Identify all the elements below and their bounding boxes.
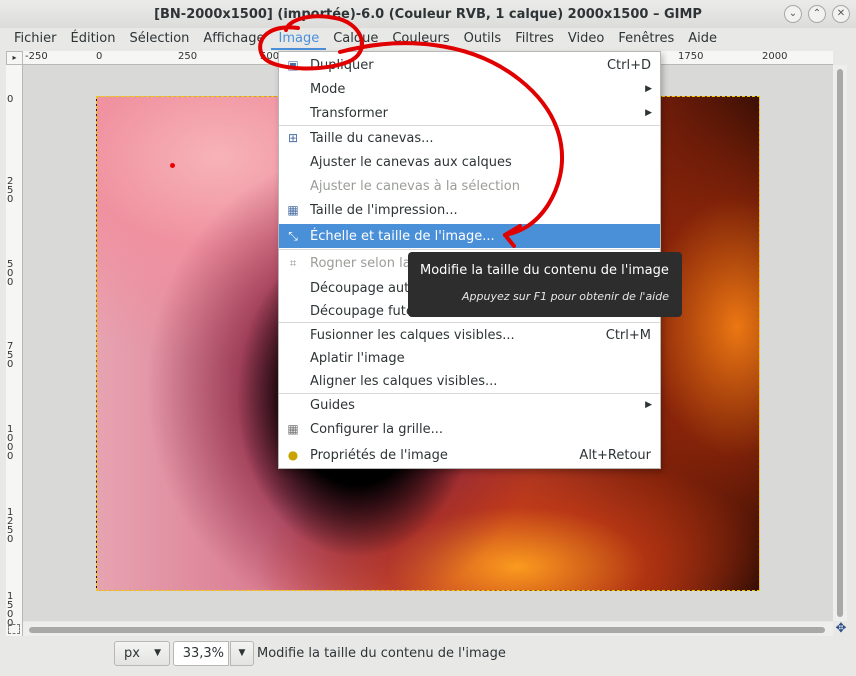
ruler-label: 1500 xyxy=(7,591,14,629)
menu-aide[interactable]: Aide xyxy=(681,28,724,50)
vertical-scrollbar[interactable] xyxy=(833,65,847,621)
zoom-value: 33,3% xyxy=(182,646,224,661)
menu-item-ajuster-calques[interactable]: Ajuster le canevas aux calques xyxy=(279,150,660,174)
submenu-arrow-icon: ▶ xyxy=(645,108,652,118)
lightbulb-icon: ● xyxy=(287,448,299,462)
canvas-size-icon: ⊞ xyxy=(287,131,299,145)
chevron-down-icon: ▼ xyxy=(154,648,161,658)
menu-item-fusionner[interactable]: Fusionner les calques visibles... Ctrl+M xyxy=(279,323,660,347)
menu-outils[interactable]: Outils xyxy=(457,28,509,50)
ruler-label: 0 xyxy=(7,94,14,105)
menu-item-aplatir[interactable]: Aplatir l'image xyxy=(279,346,660,370)
menu-item-dupliquer[interactable]: ▣ Dupliquer Ctrl+D xyxy=(279,53,660,77)
menu-item-shortcut: Ctrl+M xyxy=(605,327,651,343)
menu-item-label: Découpage futé xyxy=(310,303,414,319)
unit-value: px xyxy=(124,646,140,661)
menu-filtres[interactable]: Filtres xyxy=(508,28,561,50)
ruler-corner-button[interactable]: ▸ xyxy=(6,51,23,65)
menu-separator xyxy=(279,249,660,250)
maximize-button[interactable]: ⌃ xyxy=(808,5,826,23)
duplicate-icon: ▣ xyxy=(287,58,299,72)
window-title: [BN-2000x1500] (importée)-6.0 (Couleur R… xyxy=(154,6,702,22)
menu-item-label: Mode xyxy=(310,81,346,97)
red-dot xyxy=(170,163,175,168)
scale-image-icon: ⤡ xyxy=(288,229,298,243)
menu-item-proprietes[interactable]: ● Propriétés de l'image Alt+Retour xyxy=(279,443,660,467)
menu-item-label: Fusionner les calques visibles... xyxy=(310,327,515,343)
menu-item-taille-impression[interactable]: ▦ Taille de l'impression... xyxy=(279,198,660,222)
submenu-arrow-icon: ▶ xyxy=(645,84,652,94)
crop-icon: ⌗ xyxy=(289,256,297,270)
menu-item-label: Transformer xyxy=(310,105,389,121)
ruler-label: -250 xyxy=(25,51,48,62)
menu-item-label: Guides xyxy=(310,397,355,413)
menu-item-shortcut: Alt+Retour xyxy=(579,447,651,463)
navigate-icon[interactable]: ✥ xyxy=(834,622,848,636)
menu-fenetres[interactable]: Fenêtres xyxy=(611,28,681,50)
zoom-input[interactable]: 33,3% xyxy=(173,641,229,666)
tooltip: Modifie la taille du contenu de l'image … xyxy=(408,252,682,317)
ruler-label: 2000 xyxy=(762,51,788,62)
menu-item-label: Rogner selon la xyxy=(310,255,411,271)
ruler-label: 1750 xyxy=(678,51,704,62)
menu-item-ajuster-selection: Ajuster le canevas à la sélection xyxy=(279,174,660,198)
vertical-ruler: 0 250 500 750 1000 1250 1500 xyxy=(6,65,23,636)
title-bar: [BN-2000x1500] (importée)-6.0 (Couleur R… xyxy=(0,0,856,28)
scroll-thumb[interactable] xyxy=(837,69,843,617)
tooltip-text: Modifie la taille du contenu de l'image xyxy=(420,263,669,278)
ruler-label: 0 xyxy=(96,51,103,62)
close-button[interactable]: ✕ xyxy=(832,5,850,23)
submenu-arrow-icon: ▶ xyxy=(645,400,652,410)
ruler-label: 500 xyxy=(260,51,280,62)
menu-couleurs[interactable]: Couleurs xyxy=(385,28,456,50)
menu-video[interactable]: Video xyxy=(561,28,611,50)
scroll-thumb[interactable] xyxy=(29,627,825,633)
menu-item-taille-canevas[interactable]: ⊞ Taille du canevas... xyxy=(279,126,660,150)
minimize-button[interactable]: ⌄ xyxy=(784,5,802,23)
menu-item-label: Ajuster le canevas à la sélection xyxy=(310,178,520,194)
menu-item-label: Taille du canevas... xyxy=(310,130,434,146)
menu-item-guides[interactable]: Guides ▶ xyxy=(279,393,660,417)
menu-edition[interactable]: Édition xyxy=(64,28,123,50)
menu-calque[interactable]: Calque xyxy=(326,28,385,50)
ruler-label: 250 xyxy=(7,176,14,205)
menu-item-label: Aligner les calques visibles... xyxy=(310,373,498,389)
menu-item-label: Échelle et taille de l'image... xyxy=(310,228,495,244)
ruler-label: 1000 xyxy=(7,424,14,462)
ruler-label: 1250 xyxy=(7,507,14,545)
ruler-label: 750 xyxy=(7,341,14,370)
menu-item-label: Découpage aut xyxy=(310,280,410,296)
horizontal-scrollbar[interactable] xyxy=(23,622,833,636)
unit-select[interactable]: px ▼ xyxy=(114,641,170,666)
ruler-label: 250 xyxy=(178,51,198,62)
menu-bar: Fichier Édition Sélection Affichage Imag… xyxy=(0,28,856,50)
menu-selection[interactable]: Sélection xyxy=(122,28,196,50)
zoom-dropdown-button[interactable]: ▼ xyxy=(230,641,254,666)
menu-item-grille[interactable]: ▦ Configurer la grille... xyxy=(279,417,660,441)
quick-mask-icon[interactable] xyxy=(8,624,20,634)
ruler-label: 500 xyxy=(7,259,14,288)
menu-item-label: Aplatir l'image xyxy=(310,350,405,366)
menu-item-label: Configurer la grille... xyxy=(310,421,444,437)
print-size-icon: ▦ xyxy=(287,203,299,217)
grid-icon: ▦ xyxy=(287,422,299,436)
menu-item-label: Propriétés de l'image xyxy=(310,447,448,463)
menu-item-mode[interactable]: Mode ▶ xyxy=(279,77,660,101)
menu-image[interactable]: Image xyxy=(271,28,327,50)
tooltip-help: Appuyez sur F1 pour obtenir de l'aide xyxy=(462,290,669,303)
menu-item-label: Dupliquer xyxy=(310,57,374,73)
menu-affichage[interactable]: Affichage xyxy=(196,28,271,50)
menu-item-shortcut: Ctrl+D xyxy=(606,57,651,73)
menu-item-aligner[interactable]: Aligner les calques visibles... xyxy=(279,369,660,393)
menu-fichier[interactable]: Fichier xyxy=(7,28,64,50)
menu-item-echelle-image[interactable]: ⤡ Échelle et taille de l'image... xyxy=(279,224,660,248)
status-bar: px ▼ 33,3% ▼ Modifie la taille du conten… xyxy=(0,637,856,676)
menu-item-transformer[interactable]: Transformer ▶ xyxy=(279,101,660,125)
menu-item-label: Ajuster le canevas aux calques xyxy=(310,154,512,170)
status-message: Modifie la taille du contenu de l'image xyxy=(257,646,506,661)
window-controls: ⌄ ⌃ ✕ xyxy=(784,5,850,23)
menu-item-label: Taille de l'impression... xyxy=(310,202,458,218)
